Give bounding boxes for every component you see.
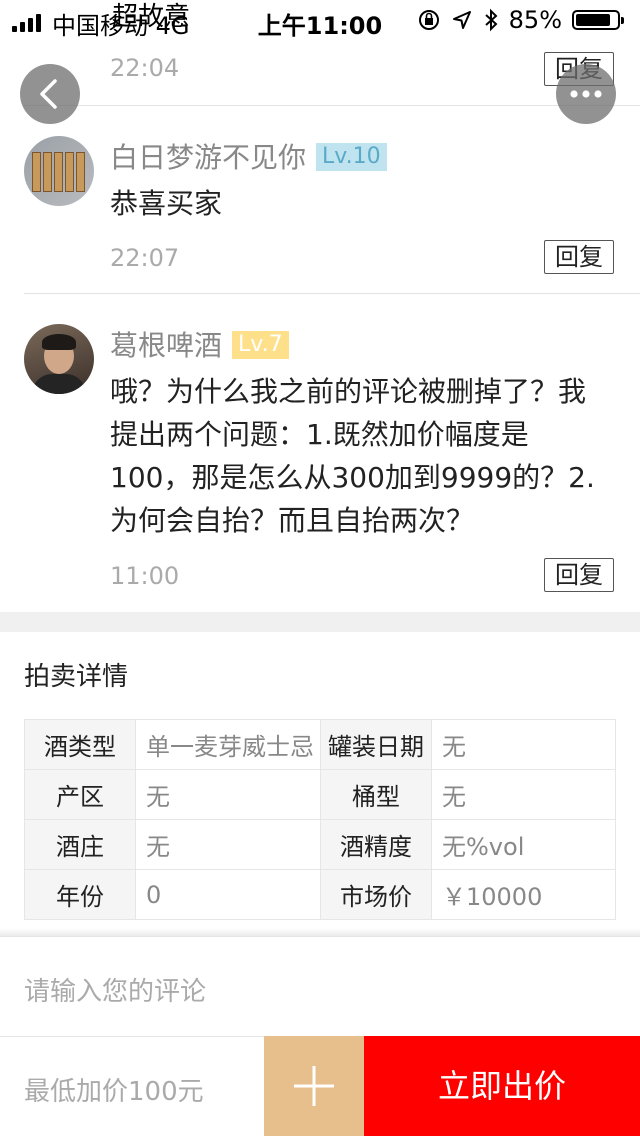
- detail-key: 市场价: [320, 869, 432, 920]
- detail-key: 罐装日期: [320, 719, 432, 770]
- bid-placeholder: 最低加价100元: [24, 1077, 204, 1107]
- bluetooth-icon: [484, 8, 498, 32]
- detail-value: 无: [135, 819, 321, 870]
- plus-icon: [294, 1066, 334, 1106]
- avatar[interactable]: [24, 324, 94, 394]
- detail-key: 酒精度: [320, 819, 432, 870]
- comment-text: 哦？为什么我之前的评论被删掉了？我提出两个问题：1.既然加价幅度是100，那是怎…: [110, 375, 595, 537]
- detail-key: 桶型: [320, 769, 432, 820]
- reply-button[interactable]: 回复: [544, 558, 614, 592]
- increase-bid-button[interactable]: [264, 1036, 364, 1136]
- more-button[interactable]: [556, 64, 616, 124]
- detail-key: 酒庄: [24, 819, 136, 870]
- back-button[interactable]: [20, 64, 80, 124]
- battery-icon: [572, 10, 624, 30]
- avatar[interactable]: [24, 136, 94, 206]
- comment-time: 22:04: [110, 54, 180, 82]
- auction-details-title: 拍卖详情: [24, 662, 129, 692]
- auction-details-table: 酒类型 单一麦芽威士忌 罐装日期 无 产区 无 桶型 无 酒庄 无 酒精度 无%…: [24, 719, 616, 920]
- comment-partial: 22:04 回复: [0, 40, 640, 106]
- chevron-left-icon: [40, 79, 57, 109]
- detail-key: 产区: [24, 769, 136, 820]
- bid-bar: 最低加价100元 立即出价: [0, 1036, 640, 1136]
- table-row: 产区 无 桶型 无: [24, 769, 616, 820]
- comment-time: 11:00: [110, 562, 180, 590]
- table-row: 酒庄 无 酒精度 无%vol: [24, 819, 616, 870]
- detail-value: ￥10000: [431, 869, 616, 920]
- detail-value: 无%vol: [431, 819, 616, 870]
- bid-now-button[interactable]: 立即出价: [364, 1036, 640, 1136]
- detail-value: 单一麦芽威士忌: [135, 719, 321, 770]
- username[interactable]: 葛根啤酒 Lv.7: [110, 324, 289, 364]
- detail-value: 无: [431, 769, 616, 820]
- level-badge: Lv.7: [232, 331, 289, 359]
- location-icon: [452, 11, 471, 29]
- reply-button[interactable]: 回复: [544, 240, 614, 274]
- detail-key: 年份: [24, 869, 136, 920]
- status-bar: 中国移动 4G 超故意 上午11:00 85%: [0, 0, 640, 40]
- table-row: 年份 0 市场价 ￥10000: [24, 869, 616, 920]
- detail-value: 无: [135, 769, 321, 820]
- username-text: 白日梦游不见你: [110, 141, 307, 174]
- detail-key: 酒类型: [24, 719, 136, 770]
- battery-percent: 85%: [508, 6, 562, 34]
- table-row: 酒类型 单一麦芽威士忌 罐装日期 无: [24, 719, 616, 770]
- username[interactable]: 白日梦游不见你 Lv.10: [110, 136, 387, 176]
- rotation-lock-icon: [418, 10, 439, 30]
- detail-value: 无: [431, 719, 616, 770]
- detail-value: 0: [135, 869, 321, 920]
- status-right: 85%: [417, 6, 624, 34]
- more-dots-icon: [570, 90, 602, 98]
- comment-item: 白日梦游不见你 Lv.10 恭喜买家 22:07 回复: [0, 106, 640, 293]
- username-text: 葛根啤酒: [110, 329, 223, 362]
- comment-input[interactable]: 请输入您的评论: [0, 936, 640, 1036]
- section-gap: [0, 612, 640, 632]
- comment-text: 恭喜买家: [110, 187, 223, 220]
- comment-placeholder: 请输入您的评论: [24, 977, 207, 1007]
- bid-amount-input[interactable]: 最低加价100元: [0, 1036, 264, 1136]
- comment-item: 葛根啤酒 Lv.7 哦？为什么我之前的评论被删掉了？我提出两个问题：1.既然加价幅…: [0, 294, 640, 612]
- level-badge: Lv.10: [316, 143, 387, 171]
- comment-time: 22:07: [110, 244, 180, 272]
